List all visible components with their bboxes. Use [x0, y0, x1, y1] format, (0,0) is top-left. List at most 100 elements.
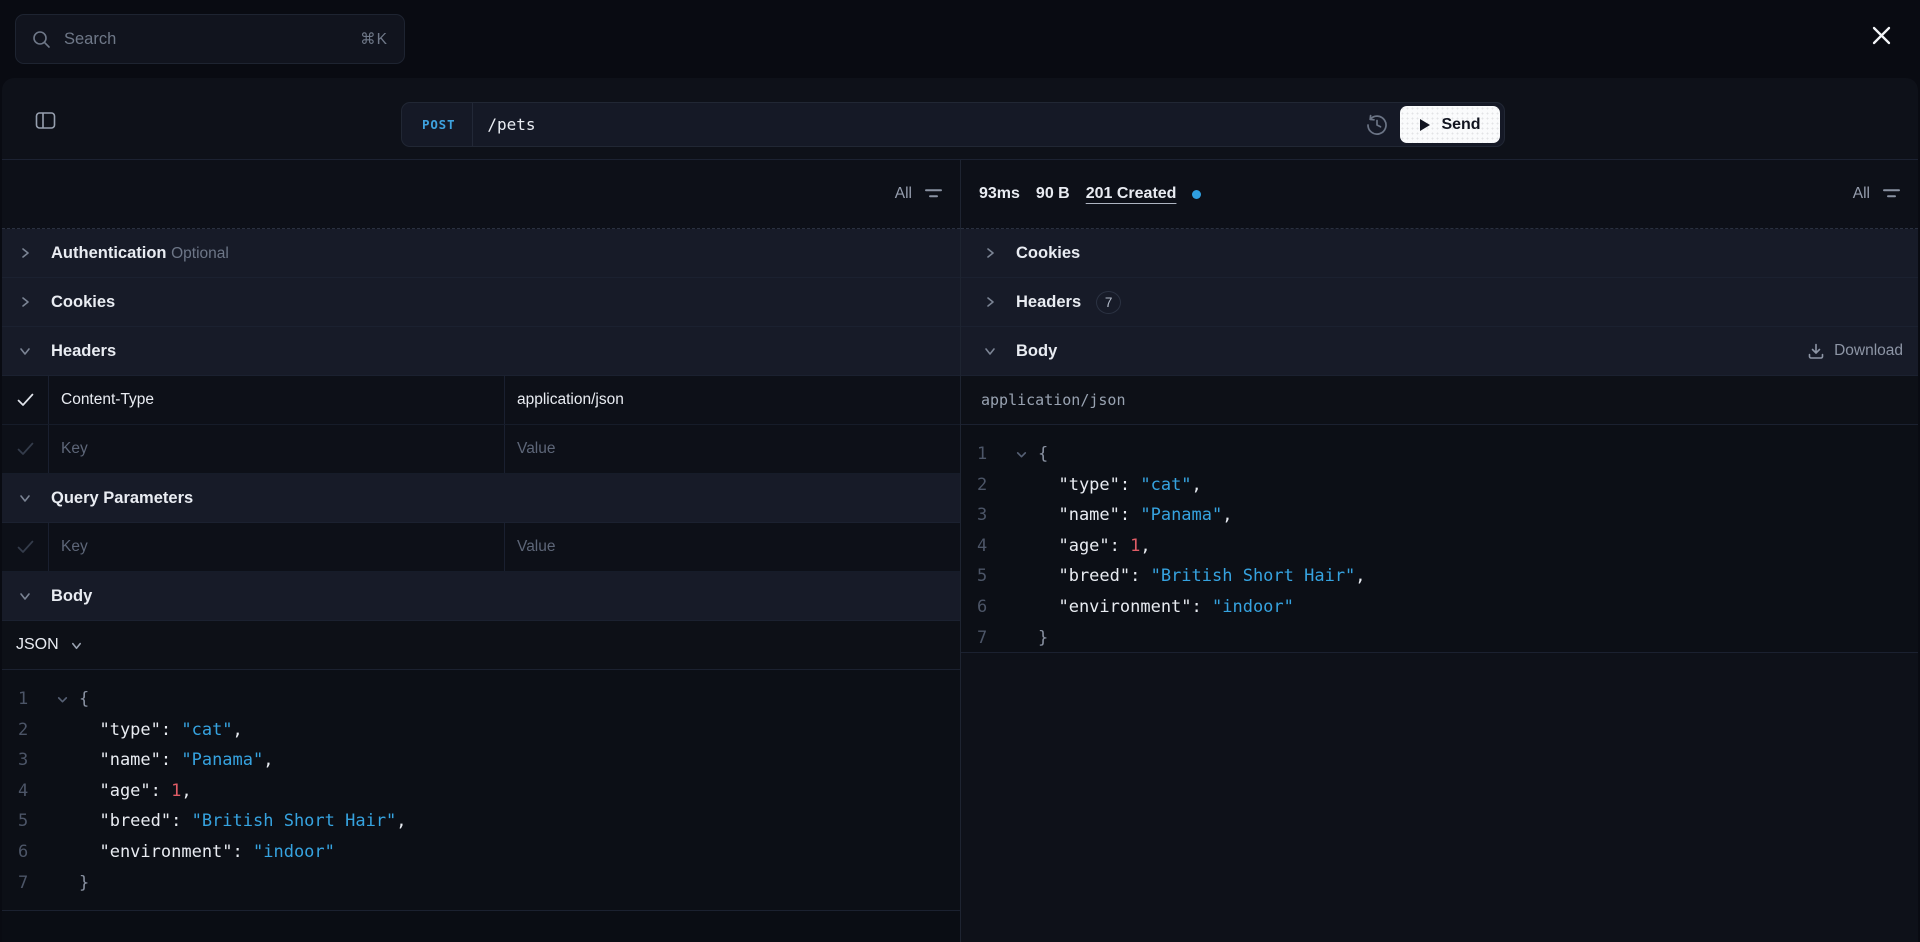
send-button[interactable]: Send — [1400, 106, 1500, 143]
request-filter-row: All — [2, 160, 960, 229]
section-label: Cookies — [51, 292, 116, 311]
request-toolbar: POST /pets Send — [2, 78, 1918, 160]
line-number: 3 — [18, 750, 29, 771]
request-filter-button[interactable]: All — [895, 185, 942, 203]
line-number: 7 — [977, 627, 988, 648]
address-bar[interactable]: POST /pets Send — [401, 102, 1505, 147]
query-key-input[interactable]: Key — [49, 523, 505, 571]
row-checkbox-checked[interactable] — [2, 376, 49, 424]
section-query-parameters[interactable]: Query Parameters — [2, 474, 960, 523]
code-text: "age": 1, — [1038, 535, 1151, 556]
section-label: Headers — [1016, 292, 1082, 311]
line-number: 2 — [977, 474, 988, 495]
section-label: Cookies — [1016, 243, 1081, 262]
check-icon — [17, 393, 33, 406]
search-icon — [32, 30, 51, 49]
code-text: "breed": "British Short Hair", — [1038, 566, 1366, 587]
response-status-group: 93ms 90 B 201 Created — [979, 185, 1202, 203]
fold-chevron-icon[interactable] — [1005, 448, 1038, 461]
send-button-label: Send — [1441, 115, 1481, 133]
search-shortcut: ⌘K — [360, 30, 388, 48]
body-type-select[interactable]: JSON — [2, 621, 960, 670]
request-panel: All Authentication Optional Cookies Head… — [2, 160, 961, 942]
response-size: 90 B — [1035, 185, 1070, 202]
response-panel: 93ms 90 B 201 Created All Cookies Header… — [961, 160, 1918, 942]
http-method-badge[interactable]: POST — [402, 117, 472, 132]
response-duration: 93ms — [979, 185, 1020, 202]
request-footer-strip — [2, 911, 960, 942]
body-type-label: JSON — [16, 636, 59, 653]
response-filter-button[interactable]: All — [1853, 185, 1900, 203]
code-text: { — [1038, 444, 1049, 464]
row-checkbox-unchecked[interactable] — [2, 425, 49, 473]
chevron-down-icon — [20, 593, 30, 600]
chevron-down-icon — [985, 348, 995, 355]
code-text: } — [79, 872, 90, 893]
section-label: Body — [1016, 341, 1058, 360]
url-field[interactable]: /pets — [473, 115, 1363, 134]
filter-lines-icon — [925, 189, 942, 198]
code-line: 1{ — [961, 439, 1918, 470]
header-row-empty: Key Value — [2, 425, 960, 474]
section-cookies[interactable]: Cookies — [2, 278, 960, 327]
section-body[interactable]: Body — [2, 572, 960, 621]
chevron-right-icon — [987, 248, 994, 258]
code-line: 1{ — [2, 684, 960, 715]
code-line: 6 "environment": "indoor" — [961, 592, 1918, 623]
header-row-content-type: Content-Type application/json — [2, 376, 960, 425]
response-section-body[interactable]: Body Download — [961, 327, 1918, 376]
code-text: "name": "Panama", — [79, 750, 274, 771]
response-body-viewer[interactable]: 1{2 "type": "cat", 3 "name": "Panama", 4 "… — [961, 425, 1918, 653]
response-section-cookies[interactable]: Cookies — [961, 229, 1918, 278]
close-button[interactable] — [1866, 20, 1896, 50]
query-value-input[interactable]: Value — [505, 523, 960, 571]
response-status-code[interactable]: 201 Created — [1086, 185, 1177, 203]
code-line: 5 "breed": "British Short Hair", — [2, 806, 960, 837]
search-input-container[interactable]: ⌘K — [15, 14, 405, 64]
optional-badge: Optional — [171, 244, 229, 262]
chevron-down-icon — [71, 642, 81, 649]
line-number: 5 — [18, 811, 29, 832]
row-checkbox-unchecked[interactable] — [2, 523, 49, 571]
header-key-cell[interactable]: Content-Type — [49, 376, 505, 424]
section-label: Authentication Optional — [51, 243, 229, 262]
query-row-empty: Key Value — [2, 523, 960, 572]
chevron-down-icon — [20, 348, 30, 355]
section-label: Query Parameters — [51, 488, 194, 507]
line-number: 5 — [977, 566, 988, 587]
code-text: "environment": "indoor" — [79, 841, 335, 862]
code-line: 3 "name": "Panama", — [961, 500, 1918, 531]
fold-chevron-icon[interactable] — [46, 693, 79, 706]
headers-count-badge: 7 — [1096, 290, 1122, 314]
history-button[interactable] — [1363, 111, 1391, 139]
code-text: } — [1038, 627, 1049, 648]
client-window: POST /pets Send All Authentication Optio… — [2, 78, 1918, 942]
section-headers[interactable]: Headers — [2, 327, 960, 376]
code-line: 4 "age": 1, — [961, 531, 1918, 562]
check-icon — [17, 540, 33, 553]
status-dot — [1192, 189, 1202, 199]
response-empty-area — [961, 653, 1918, 942]
header-value-input[interactable]: Value — [505, 425, 960, 473]
play-icon — [1420, 118, 1431, 131]
search-input[interactable] — [62, 28, 350, 50]
request-body-editor[interactable]: 1{2 "type": "cat", 3 "name": "Panama", 4 "… — [2, 670, 960, 911]
sidebar-toggle-button[interactable] — [31, 106, 59, 134]
line-number: 2 — [18, 719, 29, 740]
close-icon — [1870, 24, 1893, 47]
header-value-cell[interactable]: application/json — [505, 376, 960, 424]
header-key-input[interactable]: Key — [49, 425, 505, 473]
line-number: 1 — [977, 444, 988, 464]
code-text: "age": 1, — [79, 780, 192, 801]
history-clock-icon — [1367, 114, 1387, 135]
response-section-headers[interactable]: Headers 7 — [961, 278, 1918, 327]
download-button[interactable]: Download — [1807, 342, 1918, 360]
response-status-row: 93ms 90 B 201 Created All — [961, 160, 1918, 229]
line-number: 3 — [977, 505, 988, 526]
code-line: 7} — [2, 868, 960, 899]
code-text: "type": "cat", — [1038, 474, 1202, 495]
section-label: Headers — [51, 341, 117, 360]
line-number: 4 — [977, 535, 988, 556]
section-authentication[interactable]: Authentication Optional — [2, 229, 960, 278]
request-filter-label: All — [894, 185, 912, 202]
